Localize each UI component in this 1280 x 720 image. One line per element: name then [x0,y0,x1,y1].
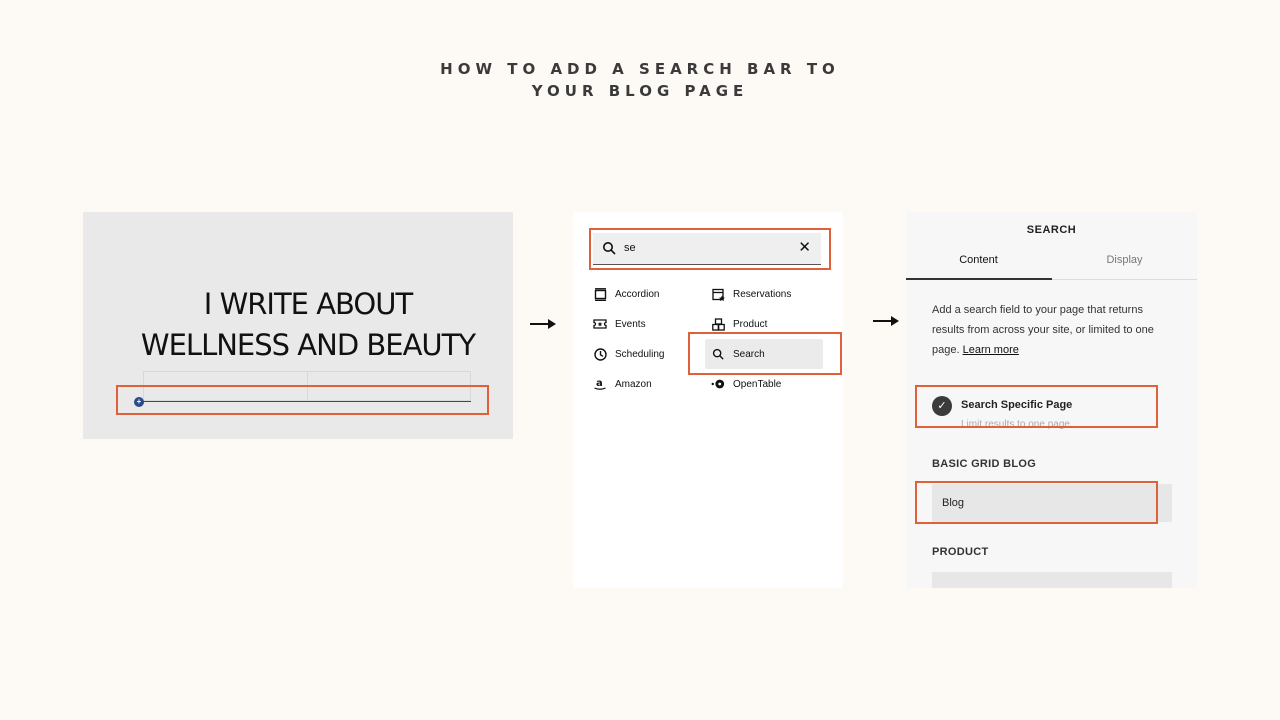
block-item-label: OpenTable [733,378,782,390]
blog-grid-placeholder [143,371,471,401]
block-item-opentable[interactable]: OpenTable [711,369,781,399]
page-title-line-2: YOUR BLOG PAGE [531,82,749,100]
block-item-label: Events [615,318,646,330]
opentable-icon [711,377,725,391]
clock-icon [593,347,607,361]
block-item-label: Product [733,318,768,330]
page-title-line-1: HOW TO ADD A SEARCH BAR TO [440,60,840,78]
block-item-label: Scheduling [615,348,665,360]
active-tab-indicator [906,278,1052,280]
block-item-events[interactable]: Events [593,309,646,339]
blog-page-select[interactable]: Blog [932,484,1172,522]
block-item-label: Search [733,348,765,360]
editor-preview-panel: I WRITE ABOUT WELLNESS AND BEAUTY + [83,212,513,439]
product-icon [711,317,725,331]
close-icon[interactable]: ✕ [798,240,811,256]
block-item-search[interactable]: Search [705,339,823,369]
block-item-product[interactable]: Product [711,309,767,339]
block-item-label: Amazon [615,378,652,390]
block-picker-panel: se ✕ Accordion Reservations Events Produ… [573,212,843,588]
hero-heading-line-1: I WRITE ABOUT [203,287,413,321]
insert-point-line[interactable] [139,401,471,402]
arrow-right-icon [873,315,899,327]
search-settings-panel: SEARCH Content Display Add a search fiel… [906,212,1197,588]
toggle-description: Limit results to one page. [961,419,1073,430]
section-label-product: PRODUCT [932,546,989,558]
block-item-label: Reservations [733,288,792,300]
hero-heading: I WRITE ABOUT WELLNESS AND BEAUTY [83,284,533,366]
block-item-scheduling[interactable]: Scheduling [593,339,664,369]
search-icon [602,241,616,260]
product-page-select[interactable] [932,572,1172,588]
learn-more-link[interactable]: Learn more [963,344,1019,356]
search-specific-page-toggle[interactable]: Search Specific Page [961,399,1072,411]
accordion-icon [593,287,607,301]
tab-content[interactable]: Content [906,254,1051,266]
block-search-input[interactable]: se ✕ [593,233,821,265]
settings-title: SEARCH [1026,224,1077,236]
hero-heading-line-2: WELLNESS AND BEAUTY [140,328,476,362]
arrow-right-icon [530,318,556,330]
search-icon [711,347,725,361]
add-block-button[interactable]: + [134,397,144,407]
settings-description: Add a search field to your page that ret… [932,300,1172,360]
block-item-label: Accordion [615,288,660,300]
block-search-value[interactable]: se [624,242,636,254]
section-label-basic-grid-blog: BASIC GRID BLOG [932,458,1037,470]
amazon-icon: a [593,377,607,391]
block-item-accordion[interactable]: Accordion [593,279,659,309]
events-icon [593,317,607,331]
check-icon[interactable]: ✓ [932,396,952,416]
block-item-amazon[interactable]: a Amazon [593,369,652,399]
svg-text:a: a [596,378,603,389]
block-item-reservations[interactable]: Reservations [711,279,791,309]
page-title: HOW TO ADD A SEARCH BAR TO YOUR BLOG PAG… [390,58,890,102]
reservations-icon [711,287,725,301]
tab-display[interactable]: Display [1052,254,1197,266]
settings-tabs: Content Display [906,248,1197,280]
